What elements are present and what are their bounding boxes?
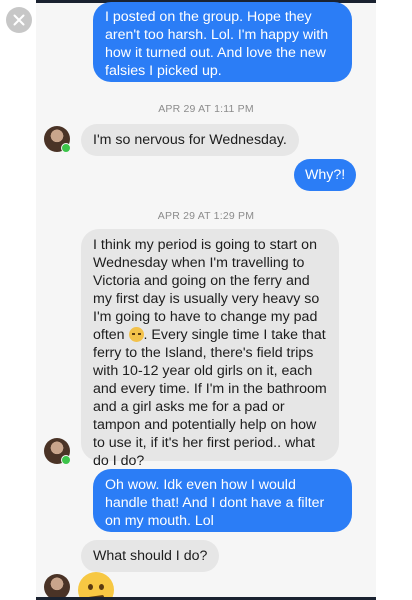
close-icon [13,14,25,26]
message-sent-3[interactable]: Oh wow. Idk even how I would handle that… [93,469,352,532]
online-indicator [61,455,71,465]
close-button[interactable] [6,7,32,33]
timestamp-2: APR 29 AT 1:29 PM [157,210,255,222]
message-received-3[interactable]: What should I do? [81,540,220,572]
contact-avatar[interactable] [44,438,71,465]
confused-face-icon[interactable] [78,572,114,600]
message-sent-2[interactable]: Why?! [294,159,357,191]
pensive-face-icon [128,327,144,342]
timestamp-1: APR 29 AT 1:11 PM [158,103,254,115]
contact-avatar[interactable] [44,126,71,153]
message-text-part2: . Every single time I take that ferry to… [93,327,327,469]
message-received-1[interactable]: I'm so nervous for Wednesday. [81,124,299,156]
chat-screen: I posted on the group. Hope they aren't … [36,0,376,600]
message-received-2[interactable]: I think my period is going to start on W… [81,229,339,469]
message-sent-1[interactable]: I posted on the group. Hope they aren't … [93,2,352,82]
online-indicator [61,143,71,153]
